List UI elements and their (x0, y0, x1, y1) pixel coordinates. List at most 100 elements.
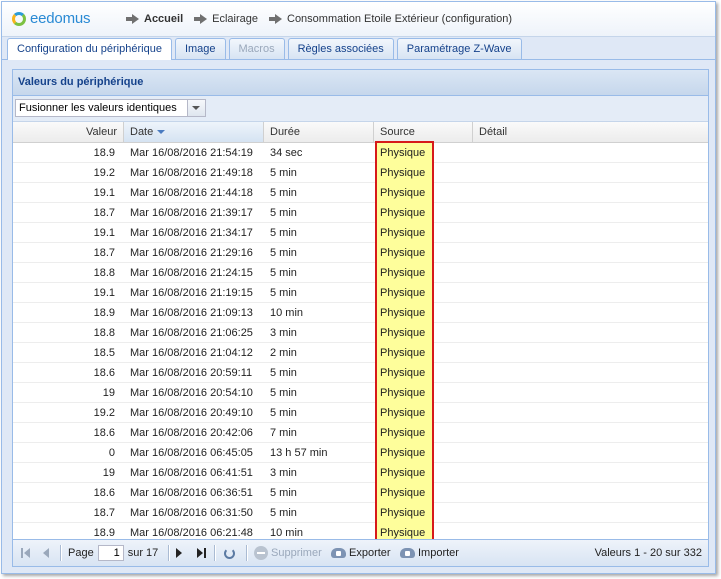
next-page-icon (176, 548, 182, 558)
cell-date: Mar 16/08/2016 21:49:18 (130, 167, 253, 179)
table-row[interactable]: 18.7 Mar 16/08/2016 21:29:16 5 min Physique (13, 243, 708, 263)
page-label: Page (68, 547, 94, 559)
first-page-button[interactable] (21, 540, 31, 566)
cell-duree: 5 min (270, 167, 297, 179)
cloud-export-icon (331, 548, 346, 558)
table-row[interactable]: 18.9 Mar 16/08/2016 21:54:19 34 sec Physiqu… (13, 143, 708, 163)
tab-configuration[interactable]: Configuration du périphérique (7, 38, 172, 60)
prev-page-icon (43, 548, 49, 558)
cell-source: Physique (377, 143, 432, 163)
cell-date: Mar 16/08/2016 20:49:10 (130, 407, 253, 419)
cell-source: Physique (377, 183, 432, 203)
column-header-date[interactable]: Date (124, 122, 264, 142)
eedomus-logo[interactable]: eedomus (12, 10, 91, 27)
device-config-window: eedomus Accueil Eclairage Consommation E… (1, 1, 716, 574)
import-button[interactable]: Importer (400, 540, 459, 566)
separator (246, 545, 248, 561)
next-page-button[interactable] (176, 540, 182, 566)
cell-source: Physique (377, 243, 432, 263)
cell-duree: 5 min (270, 387, 297, 399)
export-button[interactable]: Exporter (331, 540, 391, 566)
breadcrumb-eclairage[interactable]: Eclairage (193, 13, 258, 25)
cell-source: Physique (377, 363, 432, 383)
cell-duree: 7 min (270, 427, 297, 439)
table-row[interactable]: 18.7 Mar 16/08/2016 06:31:50 5 min Physique (13, 503, 708, 523)
breadcrumb: Accueil Eclairage Consommation Etoile Ex… (125, 13, 522, 25)
table-row[interactable]: 18.8 Mar 16/08/2016 21:24:15 5 min Physique (13, 263, 708, 283)
cell-duree: 3 min (270, 467, 297, 479)
cell-source: Physique (377, 343, 432, 363)
table-row[interactable]: 19 Mar 16/08/2016 20:54:10 5 min Physique (13, 383, 708, 403)
separator (60, 545, 62, 561)
cell-date: Mar 16/08/2016 21:54:19 (130, 147, 253, 159)
tab-regles-associees[interactable]: Règles associées (287, 38, 394, 59)
cell-source: Physique (377, 163, 432, 183)
pager-info: Valeurs 1 - 20 sur 332 (594, 547, 702, 559)
table-row[interactable]: 19.1 Mar 16/08/2016 21:34:17 5 min Physique (13, 223, 708, 243)
chevron-down-icon[interactable] (187, 100, 205, 116)
page-control: Page sur 17 (68, 540, 158, 566)
table-row[interactable]: 19.2 Mar 16/08/2016 20:49:10 5 min Physique (13, 403, 708, 423)
cloud-import-icon (400, 548, 415, 558)
cell-date: Mar 16/08/2016 21:24:15 (130, 267, 253, 279)
cell-date: Mar 16/08/2016 21:09:13 (130, 307, 253, 319)
table-row[interactable]: 18.8 Mar 16/08/2016 21:06:25 3 min Physique (13, 323, 708, 343)
cell-valeur: 19.2 (93, 167, 115, 179)
cell-duree: 5 min (270, 267, 297, 279)
last-page-button[interactable] (196, 540, 206, 566)
cell-valeur: 19.2 (93, 407, 115, 419)
cell-date: Mar 16/08/2016 21:34:17 (130, 227, 253, 239)
last-page-icon (196, 548, 206, 558)
cell-valeur: 19 (102, 467, 115, 479)
merge-values-combo[interactable]: Fusionner les valeurs identiques (15, 99, 206, 117)
eedomus-logo-icon (12, 11, 26, 26)
column-header-source[interactable]: Source (374, 122, 473, 142)
paging-toolbar: Page sur 17 Supprimer Exporter Importer (13, 539, 708, 566)
cell-valeur: 19.1 (93, 287, 115, 299)
breadcrumb-current-device: Consommation Etoile Extérieur (configura… (268, 13, 512, 25)
table-row[interactable]: 18.6 Mar 16/08/2016 20:59:11 5 min Physique (13, 363, 708, 383)
table-row[interactable]: 18.6 Mar 16/08/2016 06:36:51 5 min Physique (13, 483, 708, 503)
cell-valeur: 18.6 (93, 367, 115, 379)
table-row[interactable]: 19.1 Mar 16/08/2016 21:19:15 5 min Physique (13, 283, 708, 303)
column-header-valeur[interactable]: Valeur (13, 122, 124, 142)
refresh-button[interactable] (224, 540, 235, 566)
prev-page-button[interactable] (43, 540, 49, 566)
table-row[interactable]: 19 Mar 16/08/2016 06:41:51 3 min Physique (13, 463, 708, 483)
cell-duree: 5 min (270, 227, 297, 239)
tab-parametrage-zwave[interactable]: Paramétrage Z-Wave (396, 38, 522, 59)
page-number-input[interactable] (97, 545, 124, 561)
cell-date: Mar 16/08/2016 21:06:25 (130, 327, 253, 339)
separator (214, 545, 216, 561)
cell-duree: 5 min (270, 367, 297, 379)
delete-button: Supprimer (254, 540, 322, 566)
table-row[interactable]: 18.6 Mar 16/08/2016 20:42:06 7 min Physique (13, 423, 708, 443)
first-page-icon (21, 548, 31, 558)
table-row[interactable]: 18.7 Mar 16/08/2016 21:39:17 5 min Physique (13, 203, 708, 223)
cell-date: Mar 16/08/2016 20:42:06 (130, 427, 253, 439)
cell-source: Physique (377, 383, 432, 403)
column-header-duree[interactable]: Durée (264, 122, 374, 142)
cell-valeur: 19.1 (93, 187, 115, 199)
table-row[interactable]: 0 Mar 16/08/2016 06:45:05 13 h 57 min Physi… (13, 443, 708, 463)
grid-body: 18.9 Mar 16/08/2016 21:54:19 34 sec Physiqu… (13, 143, 708, 543)
cell-date: Mar 16/08/2016 06:41:51 (130, 467, 253, 479)
table-row[interactable]: 18.5 Mar 16/08/2016 21:04:12 2 min Physique (13, 343, 708, 363)
column-header-detail[interactable]: Détail (473, 122, 708, 142)
cell-duree: 3 min (270, 327, 297, 339)
arrow-right-icon (126, 14, 139, 24)
cell-date: Mar 16/08/2016 21:19:15 (130, 287, 253, 299)
cell-valeur: 18.6 (93, 487, 115, 499)
breadcrumb-home[interactable]: Accueil (125, 13, 183, 25)
table-row[interactable]: 18.9 Mar 16/08/2016 21:09:13 10 min Physiqu… (13, 303, 708, 323)
cell-source: Physique (377, 403, 432, 423)
table-row[interactable]: 19.2 Mar 16/08/2016 21:49:18 5 min Physique (13, 163, 708, 183)
cell-valeur: 18.7 (93, 207, 115, 219)
tab-image[interactable]: Image (174, 38, 226, 59)
cell-date: Mar 16/08/2016 21:04:12 (130, 347, 253, 359)
panel-toolbar: Fusionner les valeurs identiques (13, 96, 708, 122)
table-row[interactable]: 19.1 Mar 16/08/2016 21:44:18 5 min Physique (13, 183, 708, 203)
cell-source: Physique (377, 443, 432, 463)
cell-date: Mar 16/08/2016 21:44:18 (130, 187, 253, 199)
cell-valeur: 19.1 (93, 227, 115, 239)
